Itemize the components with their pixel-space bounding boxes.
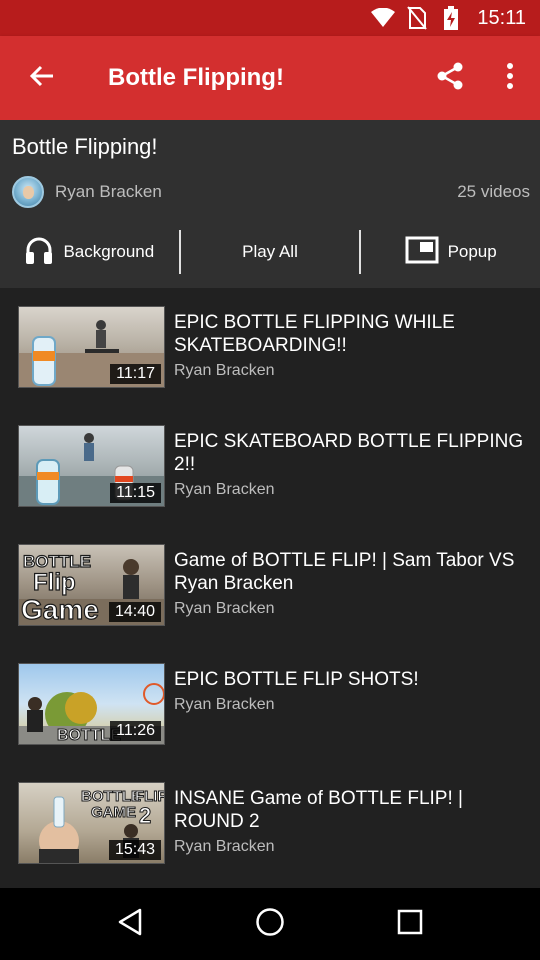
video-thumbnail[interactable]: BOTTLE FLIP GAME 2 15:43 [18,782,165,864]
nav-home-button[interactable] [240,894,300,954]
popup-label: Popup [447,242,497,261]
nav-recents-button[interactable] [380,894,440,954]
video-duration: 11:26 [110,721,161,741]
navigation-bar [0,888,540,960]
video-title[interactable]: EPIC SKATEBOARD BOTTLE FLIPPING 2!! [174,430,524,476]
thumb-caption: Game [21,594,99,625]
more-vert-icon [506,62,514,94]
list-item[interactable]: BOTTLE 11:26 EPIC BOTTLE FLIP SHOTS! Rya… [0,645,540,764]
playlist-actions: Background Play All Popup [0,228,540,276]
video-title[interactable]: EPIC BOTTLE FLIPPING WHILE SKATEBOARDING… [174,311,524,357]
share-icon [435,61,465,96]
status-time: 15:11 [477,6,526,29]
app-bar: Bottle Flipping! [0,36,540,120]
video-thumbnail[interactable]: 11:15 [18,425,165,507]
video-duration: 11:15 [110,483,161,503]
video-duration: 14:40 [108,602,161,622]
playlist-title: Bottle Flipping! [12,134,158,159]
video-thumbnail[interactable]: BOTTLE 11:26 [18,663,165,745]
list-item[interactable]: 11:15 EPIC SKATEBOARD BOTTLE FLIPPING 2!… [0,407,540,526]
video-uploader: Ryan Bracken [174,838,275,855]
background-label: Background [63,242,155,261]
thumb-caption: 2 [139,803,151,828]
list-item[interactable]: BOTTLE FLIP GAME 2 15:43 INSANE Game of … [0,764,540,883]
more-options-button[interactable] [480,36,540,120]
share-button[interactable] [420,36,480,120]
back-button[interactable] [0,36,84,120]
uploader-row[interactable]: Ryan Bracken [12,176,162,208]
nav-back-button[interactable] [100,894,160,954]
video-count: 25 videos [457,182,530,201]
avatar[interactable] [12,176,44,208]
video-uploader: Ryan Bracken [174,696,275,713]
video-uploader: Ryan Bracken [174,481,275,498]
video-thumbnail[interactable]: 11:17 [18,306,165,388]
play-all-button[interactable]: Play All [181,228,360,276]
popup-button[interactable]: Popup [361,228,540,276]
status-bar: 15:11 [0,0,540,36]
page-title: Bottle Flipping! [108,64,284,91]
video-uploader: Ryan Bracken [174,600,275,617]
video-title[interactable]: EPIC BOTTLE FLIP SHOTS! [174,668,524,691]
video-duration: 11:17 [110,364,161,384]
list-item[interactable]: BOTTLE Flip Game 14:40 Game of BOTTLE FL… [0,526,540,645]
video-thumbnail[interactable]: BOTTLE Flip Game 14:40 [18,544,165,626]
list-item[interactable]: 11:17 EPIC BOTTLE FLIPPING WHILE SKATEBO… [0,288,540,407]
thumb-caption: BOTTLE [81,788,141,805]
thumb-caption: GAME [91,804,136,821]
video-title[interactable]: INSANE Game of BOTTLE FLIP! | ROUND 2 [174,787,524,833]
background-button[interactable]: Background [0,228,179,276]
video-uploader: Ryan Bracken [174,362,275,379]
no-sim-icon [405,6,429,30]
popup-icon [405,236,439,269]
headphones-icon [24,235,54,270]
playlist-header: Bottle Flipping! Ryan Bracken 25 videos … [0,120,540,288]
thumb-caption: Flip [33,569,76,596]
home-circle-icon [255,907,285,942]
wifi-icon [371,6,396,30]
video-title[interactable]: Game of BOTTLE FLIP! | Sam Tabor VS Ryan… [174,549,524,595]
recents-square-icon [397,909,423,940]
uploader-name[interactable]: Ryan Bracken [55,182,162,202]
arrow-back-icon [29,63,55,94]
video-list[interactable]: 11:17 EPIC BOTTLE FLIPPING WHILE SKATEBO… [0,288,540,888]
play-all-label: Play All [242,242,298,261]
battery-charging-icon [439,6,463,30]
back-triangle-icon [117,908,143,941]
video-duration: 15:43 [108,840,161,860]
